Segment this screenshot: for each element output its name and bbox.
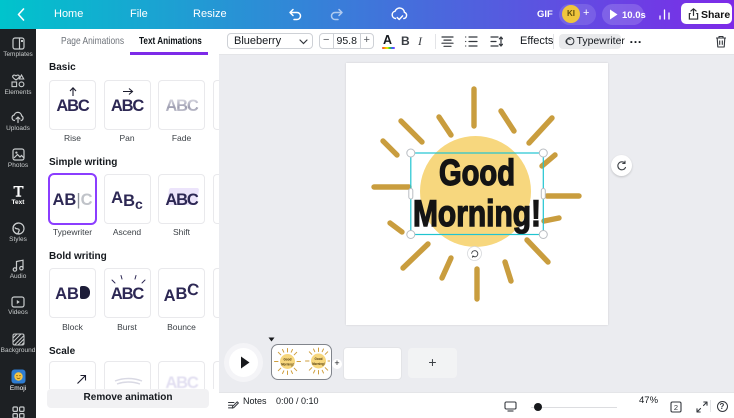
svg-text:Morning!: Morning! <box>312 362 325 366</box>
svg-text:Good: Good <box>315 357 323 361</box>
svg-text:2: 2 <box>674 403 678 412</box>
svg-text:Morning!: Morning! <box>281 363 294 367</box>
svg-text:Morning!: Morning! <box>413 193 541 234</box>
svg-text:Good: Good <box>284 358 292 362</box>
svg-text:Good: Good <box>439 152 515 193</box>
